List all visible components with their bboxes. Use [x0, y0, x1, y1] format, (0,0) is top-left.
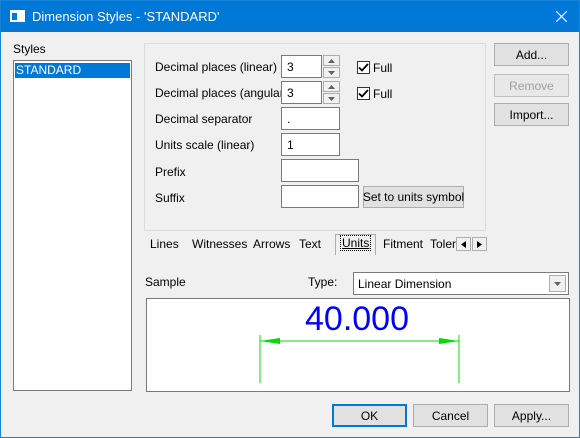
- tab-toler[interactable]: Toler: [430, 237, 456, 251]
- full-angular-checkbox[interactable]: [357, 87, 370, 100]
- checkmark-icon: [358, 63, 369, 72]
- decimal-places-angular-input[interactable]: 3: [281, 81, 322, 104]
- decimal-places-linear-input[interactable]: 3: [281, 55, 322, 78]
- set-to-units-symbol-button[interactable]: Set to units symbol: [363, 186, 464, 208]
- type-label: Type:: [308, 275, 338, 289]
- decimal-places-linear-label: Decimal places (linear): [155, 60, 278, 74]
- remove-button[interactable]: Remove: [494, 74, 569, 97]
- prefix-label: Prefix: [155, 165, 186, 179]
- combobox-dropdown-button[interactable]: [549, 275, 566, 292]
- spin-up-button[interactable]: [323, 81, 340, 92]
- title-bar[interactable]: Dimension Styles - 'STANDARD': [1, 1, 579, 32]
- down-arrow-icon: [328, 70, 335, 75]
- spin-down-button[interactable]: [323, 93, 340, 104]
- settings-tabstrip: Lines Witnesses Arrows Text Units Fitmen…: [144, 233, 490, 255]
- tab-scroll-right-button[interactable]: [472, 237, 487, 251]
- full-linear-checkbox[interactable]: [357, 61, 370, 74]
- window-title: Dimension Styles - 'STANDARD': [32, 9, 220, 24]
- tab-arrows[interactable]: Arrows: [253, 237, 290, 251]
- spin-down-button[interactable]: [323, 67, 340, 78]
- cancel-button[interactable]: Cancel: [413, 404, 488, 427]
- close-icon: [555, 11, 567, 22]
- tab-units[interactable]: Units: [335, 234, 377, 255]
- styles-list[interactable]: STANDARD: [13, 60, 132, 391]
- dimension-value-text: 40.000: [305, 300, 409, 338]
- type-combobox-value: Linear Dimension: [358, 277, 452, 291]
- add-button[interactable]: Add...: [494, 43, 569, 66]
- dimension-styles-dialog: Dimension Styles - 'STANDARD' Styles STA…: [0, 0, 580, 438]
- window-icon: [10, 10, 25, 22]
- prefix-input[interactable]: [281, 159, 359, 182]
- units-scale-label: Units scale (linear): [155, 138, 255, 152]
- right-arrow-icon: [477, 240, 482, 248]
- styles-label: Styles: [13, 42, 46, 56]
- ok-button[interactable]: OK: [332, 404, 407, 427]
- tab-lines[interactable]: Lines: [150, 237, 179, 251]
- decimal-places-angular-label: Decimal places (angular): [155, 86, 288, 100]
- tab-fitment[interactable]: Fitment: [383, 237, 423, 251]
- apply-button[interactable]: Apply...: [494, 404, 569, 427]
- full-linear-label: Full: [373, 61, 393, 75]
- decimal-separator-input[interactable]: .: [281, 107, 340, 130]
- decimal-separator-label: Decimal separator: [155, 112, 253, 126]
- decimal-places-angular-spinner[interactable]: [323, 81, 340, 104]
- tab-scroll-left-button[interactable]: [456, 237, 471, 251]
- arrowhead-right-icon: [439, 338, 459, 344]
- tab-units-label: Units: [340, 235, 372, 251]
- spin-up-button[interactable]: [323, 55, 340, 66]
- tab-text[interactable]: Text: [299, 237, 321, 251]
- type-combobox[interactable]: Linear Dimension: [353, 272, 569, 295]
- up-arrow-icon: [328, 58, 335, 63]
- units-scale-input[interactable]: 1: [281, 133, 340, 156]
- checkmark-icon: [358, 89, 369, 98]
- suffix-input[interactable]: [281, 185, 359, 208]
- up-arrow-icon: [328, 84, 335, 89]
- styles-list-item-standard[interactable]: STANDARD: [15, 63, 130, 78]
- down-arrow-icon: [328, 96, 335, 101]
- suffix-label: Suffix: [155, 191, 185, 205]
- sample-preview: 40.000: [146, 298, 570, 392]
- left-arrow-icon: [461, 240, 466, 248]
- sample-label: Sample: [145, 275, 186, 289]
- full-angular-label: Full: [373, 87, 393, 101]
- close-button[interactable]: [543, 1, 579, 32]
- tab-witnesses[interactable]: Witnesses: [192, 237, 247, 251]
- chevron-down-icon: [554, 281, 561, 286]
- arrowhead-left-icon: [260, 338, 280, 344]
- import-button[interactable]: Import...: [494, 103, 569, 126]
- decimal-places-linear-spinner[interactable]: [323, 55, 340, 78]
